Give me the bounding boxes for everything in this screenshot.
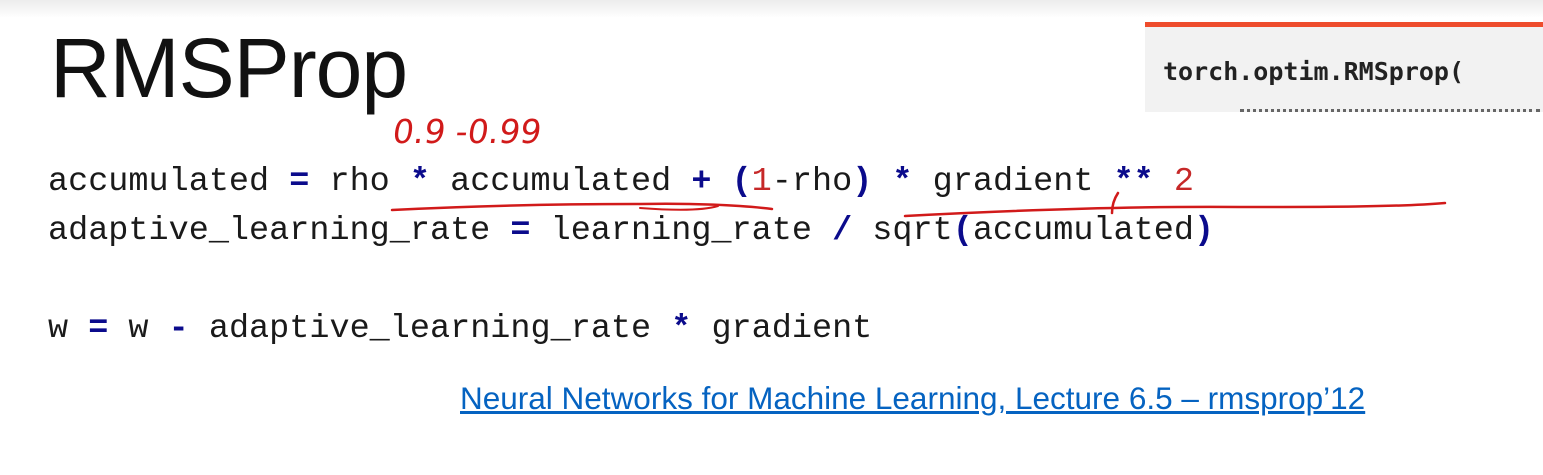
underline-gradient-hook [1110, 191, 1120, 215]
underline-rho-tail [639, 205, 719, 211]
underline-gradient-squared [903, 201, 1447, 218]
handwritten-underlines [390, 191, 1447, 218]
